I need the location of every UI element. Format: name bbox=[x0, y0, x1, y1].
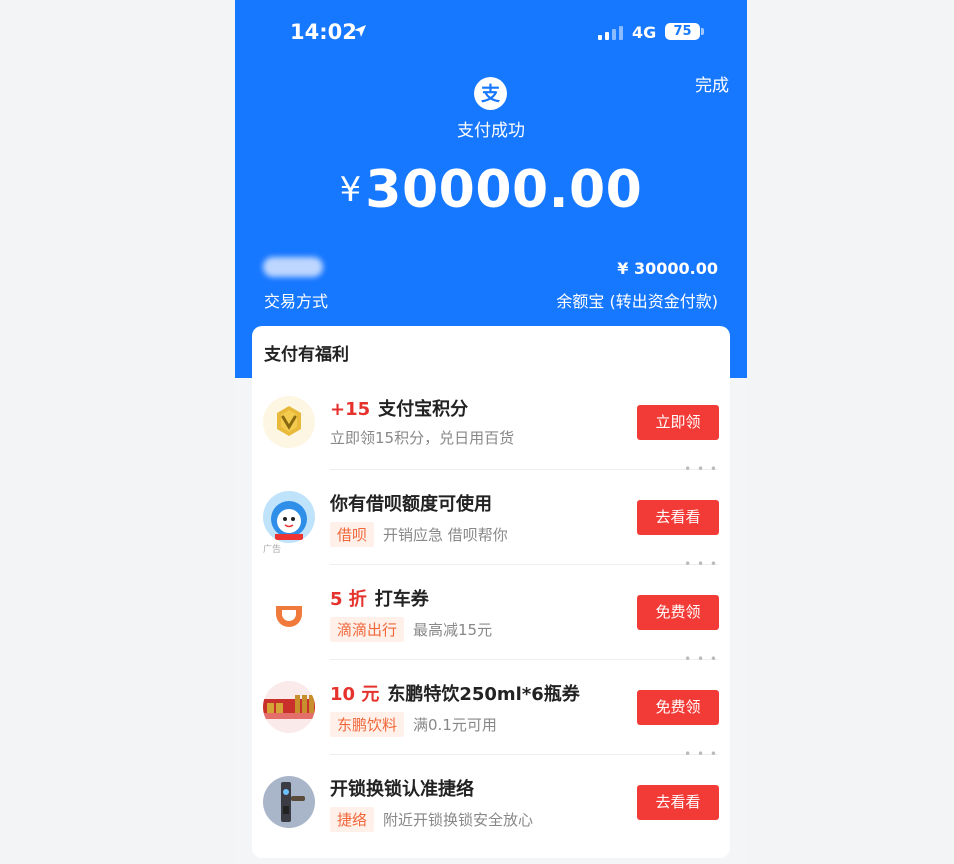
claim-free-button[interactable]: 免费领 bbox=[637, 595, 719, 630]
status-bar: 14:02 4G 75 bbox=[235, 18, 747, 48]
blurred-account-info bbox=[263, 257, 323, 277]
benefit-title: 10 元东鹏特饮250ml*6瓶券 bbox=[330, 684, 580, 705]
drinks-icon bbox=[263, 681, 315, 733]
take-a-look-button[interactable]: 去看看 bbox=[637, 785, 719, 820]
claim-free-button[interactable]: 免费领 bbox=[637, 690, 719, 725]
didi-logo-icon bbox=[263, 586, 315, 638]
door-lock-icon bbox=[263, 776, 315, 828]
benefit-row-jiebei[interactable]: • • • 广告 你有借呗额度可使用 借呗 开销应急 借呗帮你 去看看 bbox=[252, 462, 730, 565]
mascot-icon bbox=[263, 491, 315, 543]
location-arrow-icon bbox=[354, 25, 366, 37]
ad-label: 广告 bbox=[263, 545, 282, 555]
amount-value: 30000.00 bbox=[365, 160, 643, 220]
status-time: 14:02 bbox=[290, 20, 357, 44]
brand-tag: 东鹏饮料 bbox=[330, 712, 405, 737]
take-a-look-button[interactable]: 去看看 bbox=[637, 500, 719, 535]
benefit-row-didi[interactable]: • • • 5 折打车券 滴滴出行 最高减15元 免费领 bbox=[252, 557, 730, 660]
benefit-desc: 捷络 附近开锁换锁安全放心 bbox=[330, 807, 533, 832]
svg-text:支: 支 bbox=[480, 83, 501, 105]
claim-now-button[interactable]: 立即领 bbox=[637, 405, 719, 440]
battery-icon: 75 bbox=[665, 23, 700, 40]
transaction-amount: ¥ 30000.00 bbox=[617, 259, 718, 278]
currency-symbol: ¥ bbox=[339, 170, 362, 210]
benefit-title: 你有借呗额度可使用 bbox=[330, 494, 492, 515]
brand-tag: 借呗 bbox=[330, 522, 375, 547]
benefit-title: 开锁换锁认准捷络 bbox=[330, 779, 474, 800]
benefit-desc: 滴滴出行 最高减15元 bbox=[330, 617, 492, 642]
network-type: 4G bbox=[632, 23, 657, 42]
more-options-icon[interactable]: • • • bbox=[684, 652, 718, 666]
transaction-method: 余额宝 (转出资金付款) bbox=[556, 292, 718, 311]
done-button[interactable]: 完成 bbox=[695, 71, 729, 96]
signal-icon bbox=[598, 26, 623, 40]
more-options-icon[interactable]: • • • bbox=[684, 557, 718, 571]
battery-cap bbox=[701, 28, 704, 35]
phone-screen: 14:02 4G 75 完成 支 支付成功 ¥30000.00 交易方式 ¥ 3… bbox=[235, 0, 747, 864]
more-options-icon[interactable]: • • • bbox=[684, 462, 718, 476]
benefit-row-jieluo[interactable]: • • • 开锁换锁认准捷络 捷络 附近开锁换锁安全放心 去看看 bbox=[252, 747, 730, 850]
payment-success-title: 支付成功 bbox=[457, 121, 525, 141]
benefit-row-points[interactable]: +15 支付宝积分 立即领15积分，兑日用百货 立即领 bbox=[252, 375, 730, 470]
transaction-method-label: 交易方式 bbox=[264, 292, 329, 311]
benefit-row-dongpeng[interactable]: • • • 10 元东鹏特饮250ml*6瓶券 东鹏饮料 满0.1元可用 免费领 bbox=[252, 652, 730, 755]
benefit-title: +15 支付宝积分 bbox=[330, 399, 469, 420]
brand-tag: 捷络 bbox=[330, 807, 375, 832]
benefit-title: 5 折打车券 bbox=[330, 589, 429, 610]
brand-tag: 滴滴出行 bbox=[330, 617, 405, 642]
benefit-desc: 借呗 开销应急 借呗帮你 bbox=[330, 522, 508, 547]
payment-amount: ¥30000.00 bbox=[235, 160, 747, 220]
benefit-desc: 立即领15积分，兑日用百货 bbox=[330, 429, 515, 447]
benefit-desc: 东鹏饮料 满0.1元可用 bbox=[330, 712, 497, 737]
gold-coin-icon bbox=[263, 396, 315, 448]
benefits-card: 支付有福利 +15支付宝积分 立即领15积分，兑日用百货 立即领 • • • bbox=[252, 326, 730, 858]
benefits-title: 支付有福利 bbox=[264, 345, 349, 365]
more-options-icon[interactable]: • • • bbox=[684, 747, 718, 761]
alipay-logo-icon: 支 bbox=[474, 77, 507, 110]
